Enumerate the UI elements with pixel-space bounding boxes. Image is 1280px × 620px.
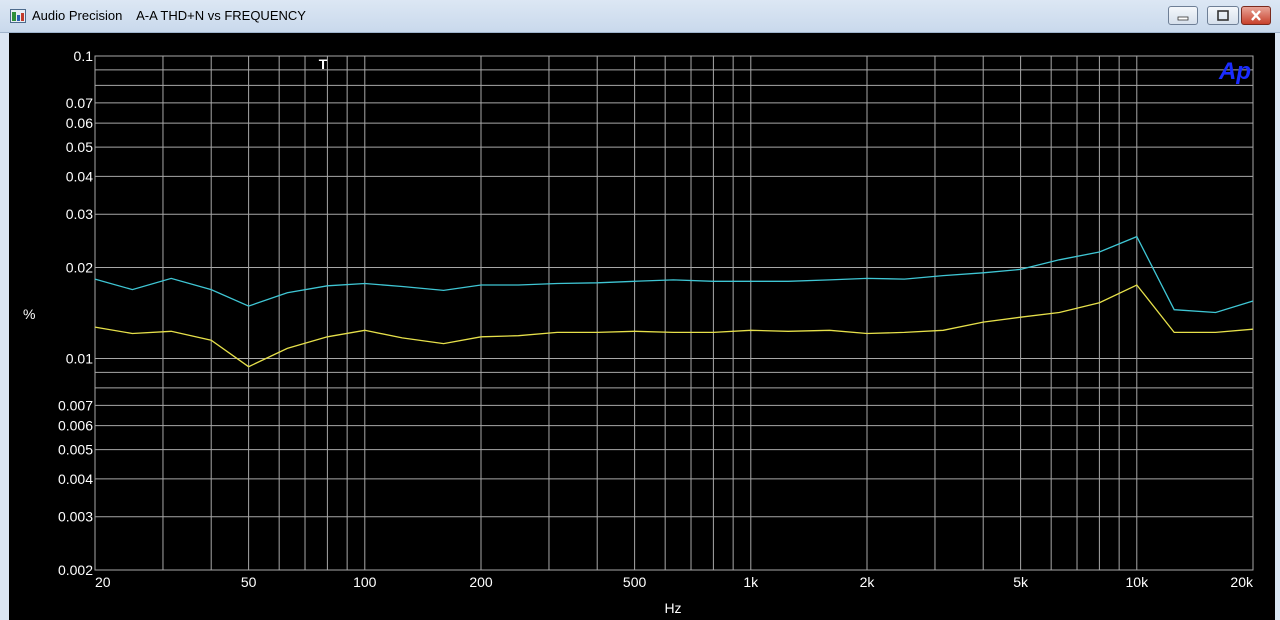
x-tick-labels: 20 50 100 200 500 1k 2k 5k 10k 20k [95, 574, 1254, 590]
minimize-button[interactable] [1168, 6, 1198, 25]
y-tick-label: 0.004 [58, 471, 93, 487]
y-tick-label: 0.03 [66, 206, 93, 222]
y-tick-label: 0.007 [58, 397, 93, 413]
x-tick-label: 10k [1126, 574, 1150, 590]
series-line-1 [94, 235, 1254, 314]
y-tick-label: 0.06 [66, 115, 93, 131]
minimize-icon [1177, 16, 1189, 21]
y-tick-labels: 0.1 0.07 0.06 0.05 0.04 0.03 0.02 0.01 0.007 0.00… [58, 48, 93, 578]
y-tick-label: 0.006 [58, 418, 93, 434]
y-axis-label: % [23, 306, 35, 322]
title-bar[interactable]: Audio Precision A-A THD+N vs FREQUENCY [0, 0, 1280, 33]
app-name: Audio Precision [32, 8, 123, 23]
x-tick-label: 20k [1230, 574, 1254, 590]
x-tick-label: 100 [353, 574, 377, 590]
series-layer [94, 235, 1254, 368]
x-tick-label: 200 [469, 574, 493, 590]
x-tick-label: 50 [241, 574, 257, 590]
grid [94, 55, 1254, 571]
y-tick-label: 0.04 [66, 168, 93, 184]
window-frame-left [0, 33, 9, 620]
x-tick-label: 20 [95, 574, 111, 590]
close-icon [1251, 10, 1261, 21]
maximize-button[interactable] [1207, 6, 1239, 25]
window-frame-right [1275, 33, 1280, 620]
x-tick-label: 2k [860, 574, 876, 590]
y-tick-label: 0.1 [74, 48, 94, 64]
x-axis-label: Hz [664, 600, 681, 616]
series-line-2 [94, 284, 1254, 368]
x-tick-label: 5k [1013, 574, 1029, 590]
y-tick-label: 0.003 [58, 509, 93, 525]
x-tick-label: 1k [743, 574, 759, 590]
y-tick-label: 0.005 [58, 442, 93, 458]
window-title: Audio Precision A-A THD+N vs FREQUENCY [32, 8, 306, 23]
ap-logo: Ap [1218, 58, 1251, 85]
y-tick-label: 0.02 [66, 259, 93, 275]
app-icon [10, 9, 26, 23]
y-tick-label: 0.05 [66, 139, 93, 155]
x-tick-label: 500 [623, 574, 647, 590]
y-tick-label: 0.01 [66, 351, 93, 367]
graph-title: A-A THD+N vs FREQUENCY [136, 8, 306, 23]
y-tick-label: 0.07 [66, 95, 93, 111]
plot-border [94, 55, 1254, 571]
maximize-icon [1217, 10, 1229, 21]
graph-area[interactable]: 0.1 0.07 0.06 0.05 0.04 0.03 0.02 0.01 0.007 0.00… [9, 33, 1275, 620]
y-tick-label: 0.002 [58, 562, 93, 578]
close-button[interactable] [1241, 6, 1271, 25]
thd-n-chart: 0.1 0.07 0.06 0.05 0.04 0.03 0.02 0.01 0.007 0.00… [23, 48, 1254, 616]
cursor-marker[interactable]: T [319, 56, 328, 72]
app-window: Audio Precision A-A THD+N vs FREQUENCY 0… [0, 0, 1280, 620]
